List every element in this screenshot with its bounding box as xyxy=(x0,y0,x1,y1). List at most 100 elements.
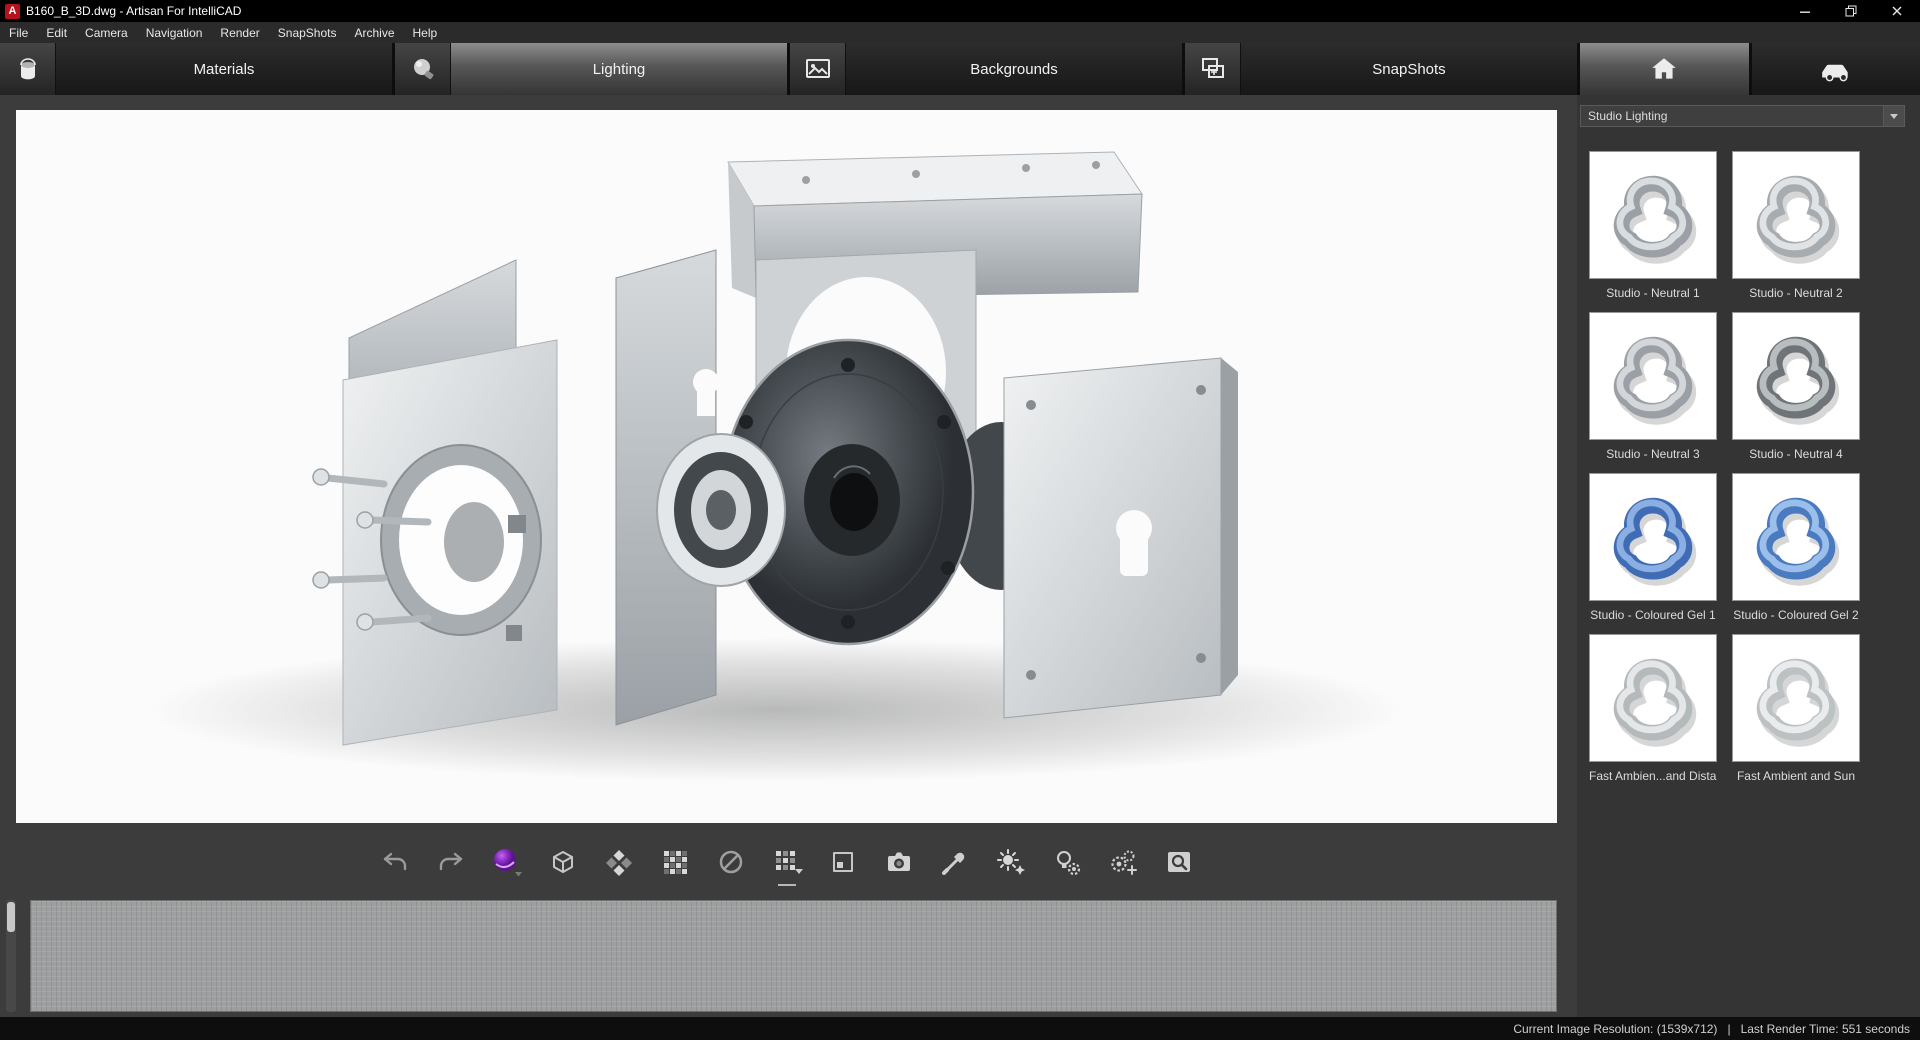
render-toolbar xyxy=(16,840,1557,884)
status-bar: Current Image Resolution: (1539x712) | L… xyxy=(0,1017,1920,1040)
snapshots-icon xyxy=(1185,43,1241,95)
knot-preview xyxy=(1740,642,1852,754)
knot-preview xyxy=(1740,159,1852,271)
lighting-category-dropdown[interactable]: Studio Lighting xyxy=(1580,105,1905,127)
tab-group-right xyxy=(1580,43,1920,95)
preset-studio-neutral-3[interactable]: Studio - Neutral 3 xyxy=(1589,312,1717,461)
knot-preview xyxy=(1740,320,1852,432)
tab-materials-label: Materials xyxy=(56,43,392,95)
tab-lighting-label: Lighting xyxy=(451,43,787,95)
disable-button[interactable] xyxy=(713,844,749,880)
menu-bar: File Edit Camera Navigation Render SnapS… xyxy=(0,22,1920,43)
paint-bucket-icon xyxy=(0,43,56,95)
menu-navigation[interactable]: Navigation xyxy=(137,22,212,43)
camera-snapshot-button[interactable] xyxy=(881,844,917,880)
gear-settings-button[interactable] xyxy=(1105,844,1141,880)
restore-button[interactable] xyxy=(1828,0,1874,22)
lamp-settings-icon xyxy=(1050,845,1084,879)
grid-picker-button[interactable] xyxy=(769,844,805,880)
pixel-grid-icon xyxy=(658,845,692,879)
menu-file[interactable]: File xyxy=(0,22,37,43)
redo-icon xyxy=(434,845,468,879)
status-resolution: Current Image Resolution: (1539x712) xyxy=(1513,1022,1717,1036)
grid-picker-icon xyxy=(770,845,804,879)
eyedropper-icon xyxy=(938,845,972,879)
tab-materials[interactable]: Materials xyxy=(0,43,392,95)
tab-home[interactable] xyxy=(1580,43,1749,95)
knot-preview xyxy=(1740,481,1852,593)
preset-thumbnail[interactable] xyxy=(1589,634,1717,762)
status-separator: | xyxy=(1727,1022,1730,1036)
eyedropper-button[interactable] xyxy=(937,844,973,880)
diamond-pattern-button[interactable] xyxy=(601,844,637,880)
preset-thumbnail[interactable] xyxy=(1732,312,1860,440)
preset-thumbnail[interactable] xyxy=(1589,151,1717,279)
preset-coloured-gel-2[interactable]: Studio - Coloured Gel 2 xyxy=(1732,473,1860,622)
scrollbar-handle[interactable] xyxy=(7,902,15,932)
gear-settings-icon xyxy=(1106,845,1140,879)
redo-button[interactable] xyxy=(433,844,469,880)
sun-settings-button[interactable] xyxy=(993,844,1029,880)
preset-label: Studio - Neutral 2 xyxy=(1732,286,1860,300)
pixel-grid-button[interactable] xyxy=(657,844,693,880)
preset-studio-neutral-4[interactable]: Studio - Neutral 4 xyxy=(1732,312,1860,461)
tab-vehicle[interactable] xyxy=(1752,43,1920,95)
preset-thumbnail[interactable] xyxy=(1732,473,1860,601)
preset-fast-ambient-distant[interactable]: Fast Ambien...and Distant xyxy=(1589,634,1717,783)
render-viewport[interactable] xyxy=(16,110,1557,823)
dropdown-button[interactable] xyxy=(1883,106,1904,126)
preset-label: Studio - Neutral 1 xyxy=(1589,286,1717,300)
menu-edit[interactable]: Edit xyxy=(37,22,76,43)
preset-thumbnail[interactable] xyxy=(1732,151,1860,279)
knot-preview xyxy=(1597,642,1709,754)
tab-snapshots[interactable]: SnapShots xyxy=(1185,43,1577,95)
frame-region-button[interactable] xyxy=(825,844,861,880)
render-image xyxy=(16,110,1557,823)
knot-preview xyxy=(1597,481,1709,593)
title-bar: A B160_B_3D.dwg - Artisan For IntelliCAD xyxy=(0,0,1920,22)
preset-thumbnail[interactable] xyxy=(1589,473,1717,601)
preset-fast-ambient-sun[interactable]: Fast Ambient and Sun xyxy=(1732,634,1860,783)
preset-studio-neutral-2[interactable]: Studio - Neutral 2 xyxy=(1732,151,1860,300)
minimize-icon xyxy=(1799,5,1811,17)
background-image-icon xyxy=(790,43,846,95)
knot-preview xyxy=(1597,159,1709,271)
close-button[interactable] xyxy=(1874,0,1920,22)
preset-coloured-gel-1[interactable]: Studio - Coloured Gel 1 xyxy=(1589,473,1717,622)
menu-camera[interactable]: Camera xyxy=(76,22,137,43)
tab-backgrounds[interactable]: Backgrounds xyxy=(790,43,1182,95)
light-bulb-icon xyxy=(395,43,451,95)
tab-lighting[interactable]: Lighting xyxy=(395,43,787,95)
undo-button[interactable] xyxy=(377,844,413,880)
undo-icon xyxy=(378,845,412,879)
render-material-button[interactable] xyxy=(489,844,525,880)
preset-label: Studio - Coloured Gel 2 xyxy=(1732,608,1860,622)
app-logo-icon: A xyxy=(5,4,20,19)
camera-icon xyxy=(882,845,916,879)
lighting-preset-grid: Studio - Neutral 1 Studio - Neutral 2 St… xyxy=(1589,151,1909,783)
zoom-region-button[interactable] xyxy=(1161,844,1197,880)
menu-archive[interactable]: Archive xyxy=(346,22,404,43)
sun-settings-icon xyxy=(994,845,1028,879)
restore-icon xyxy=(1845,5,1857,17)
lamp-settings-button[interactable] xyxy=(1049,844,1085,880)
material-cube-icon xyxy=(546,845,580,879)
preset-label: Studio - Neutral 3 xyxy=(1589,447,1717,461)
preset-studio-neutral-1[interactable]: Studio - Neutral 1 xyxy=(1589,151,1717,300)
menu-snapshots[interactable]: SnapShots xyxy=(269,22,346,43)
minimize-button[interactable] xyxy=(1782,0,1828,22)
frame-region-icon xyxy=(826,845,860,879)
menu-render[interactable]: Render xyxy=(211,22,268,43)
preset-thumbnail[interactable] xyxy=(1589,312,1717,440)
dropdown-value: Studio Lighting xyxy=(1588,109,1667,123)
window-controls xyxy=(1782,0,1920,22)
render-material-sphere-icon xyxy=(490,845,524,879)
vertical-scrollbar[interactable] xyxy=(6,900,16,1012)
material-cube-button[interactable] xyxy=(545,844,581,880)
knot-preview xyxy=(1597,320,1709,432)
diamond-pattern-icon xyxy=(602,845,636,879)
preset-thumbnail[interactable] xyxy=(1732,634,1860,762)
menu-help[interactable]: Help xyxy=(404,22,447,43)
chevron-down-icon xyxy=(1890,114,1898,119)
snapshot-strip[interactable] xyxy=(30,900,1557,1012)
